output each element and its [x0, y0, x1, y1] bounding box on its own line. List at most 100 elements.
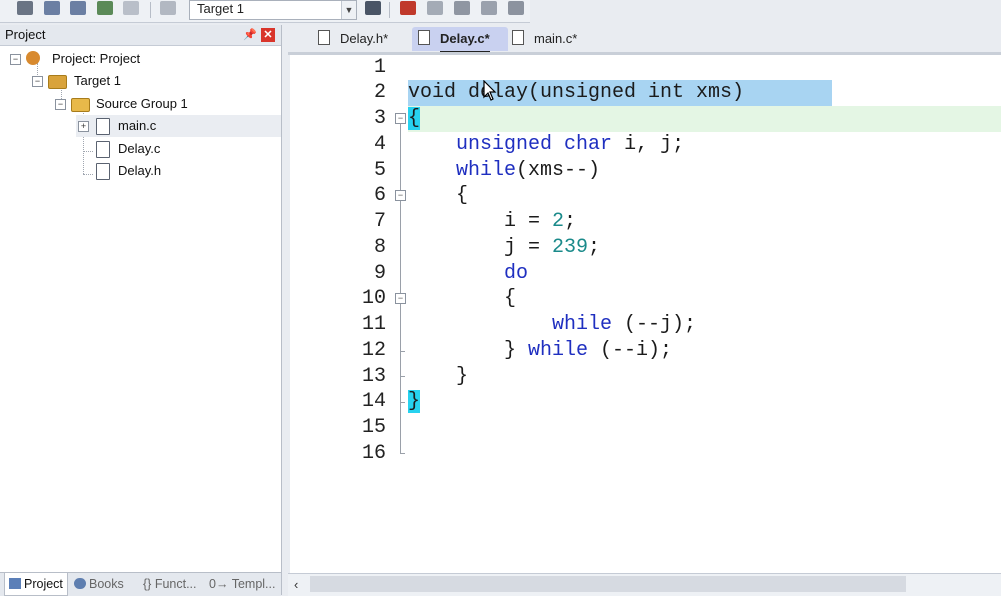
toolbar-strip: Target 1 ▼: [0, 0, 530, 23]
panel-splitter[interactable]: [282, 25, 288, 595]
code-line: {: [408, 107, 421, 130]
pin-icon[interactable]: 📌: [243, 25, 257, 45]
line-number: 1: [373, 56, 386, 79]
fold-end-marker: [400, 453, 405, 454]
folder-icon: [71, 98, 90, 112]
line-number: 11: [361, 313, 386, 336]
layers-icon[interactable]: [97, 1, 113, 15]
target-folder-icon: [48, 75, 67, 89]
fold-collapse-icon[interactable]: −: [395, 190, 406, 201]
toolbar-separator: [150, 2, 151, 18]
line-number: 5: [373, 159, 386, 182]
line-number: 16: [361, 442, 386, 465]
line-number: 12: [361, 339, 386, 362]
editor-tab-bar: Delay.h* Delay.c* main.c*: [288, 25, 1001, 55]
scroll-left-icon[interactable]: ‹: [294, 577, 298, 592]
line-number: 15: [361, 416, 386, 439]
chevron-down-icon[interactable]: ▼: [341, 1, 356, 19]
code-line: {: [408, 184, 469, 207]
target-select-value: Target 1: [197, 1, 244, 16]
tab-label: main.c*: [534, 31, 578, 46]
tree-node-file[interactable]: Delay.h: [76, 160, 281, 182]
line-number: 8: [373, 236, 386, 259]
tab-label: Project: [24, 577, 63, 591]
fold-end-marker: [400, 351, 405, 352]
code-line: }: [408, 390, 421, 413]
horizontal-scrollbar[interactable]: ‹: [288, 573, 1001, 596]
fold-guide: [400, 123, 401, 453]
stack-gray-icon[interactable]: [427, 1, 443, 15]
code-line: while(xms--): [456, 159, 601, 182]
tab-project[interactable]: Project: [4, 573, 68, 596]
line-number: 9: [373, 262, 386, 285]
tab-label: Delay.c*: [440, 27, 490, 52]
project-panel: Project 📌 ✕ − Project: Project − Target …: [0, 25, 282, 595]
tree-node-label: Delay.h: [118, 163, 162, 178]
target-select[interactable]: Target 1 ▼: [189, 0, 357, 20]
scrollbar-thumb[interactable]: [310, 576, 906, 592]
code-line: while (--j);: [552, 313, 697, 336]
collapse-icon[interactable]: −: [10, 54, 21, 65]
tree-node-label: Source Group 1: [96, 96, 188, 111]
load-disabled-icon: [160, 1, 176, 15]
tab-label: Books: [89, 577, 124, 591]
component-icon[interactable]: [400, 1, 416, 15]
file-icon: [96, 141, 110, 158]
save-icon[interactable]: [44, 1, 60, 15]
arrows-icon[interactable]: [481, 1, 497, 15]
code-line: void delay(unsigned int xms): [408, 81, 745, 104]
collapse-icon[interactable]: −: [55, 99, 66, 110]
project-icon: [26, 51, 40, 65]
tree-node-label: Delay.c: [118, 141, 161, 156]
tree-node-label: main.c: [118, 118, 157, 133]
tab-delay-c[interactable]: Delay.c*: [412, 27, 508, 52]
books-gray-icon[interactable]: [508, 1, 524, 15]
tab-delay-h[interactable]: Delay.h*: [316, 27, 422, 51]
code-line: j = 239;: [408, 236, 601, 259]
tab-templates[interactable]: 0→ Templ...: [209, 573, 275, 595]
code-line: }: [408, 365, 469, 388]
books-icon: [74, 578, 86, 589]
disabled-icon: [123, 1, 139, 15]
file-icon: [512, 30, 524, 45]
tree-node-project[interactable]: − Project: Project: [0, 48, 281, 70]
expand-icon[interactable]: +: [78, 121, 89, 132]
tree-node-target[interactable]: − Target 1: [0, 70, 281, 92]
close-icon[interactable]: ✕: [261, 28, 275, 42]
file-icon: [96, 163, 110, 180]
tree-node-file[interactable]: + main.c: [76, 115, 281, 137]
toolbar-separator: [389, 2, 390, 18]
file-icon: [318, 30, 330, 45]
tab-label: Delay.h*: [340, 31, 389, 46]
code-line: do: [504, 262, 529, 285]
tree-node-label: Project: Project: [52, 51, 141, 66]
tab-books[interactable]: Books: [74, 573, 124, 595]
line-number: 14: [361, 390, 386, 413]
panel-title: Project: [5, 27, 46, 42]
tree-node-file[interactable]: Delay.c: [76, 138, 281, 160]
diamond-icon[interactable]: [454, 1, 470, 15]
fold-collapse-icon[interactable]: −: [395, 113, 406, 124]
code-line: i = 2;: [408, 210, 577, 233]
tab-main-c[interactable]: main.c*: [508, 27, 598, 51]
tree-node-group[interactable]: − Source Group 1: [0, 93, 281, 115]
line-number: 6: [373, 184, 386, 207]
tab-functions[interactable]: {} Funct...: [143, 573, 197, 595]
tab-label: 0→ Templ...: [209, 577, 276, 591]
line-number: 13: [361, 365, 386, 388]
tab-label: {} Funct...: [143, 577, 197, 591]
code-editor[interactable]: 1 2 3 4 5 6 7 8 9 10 11 12 13 14 15 16 −…: [290, 55, 1001, 573]
line-number: 4: [373, 133, 386, 156]
mouse-cursor-icon: [483, 80, 497, 101]
fold-collapse-icon[interactable]: −: [395, 293, 406, 304]
line-number: 2: [373, 81, 386, 104]
line-number: 7: [373, 210, 386, 233]
project-panel-header: Project 📌 ✕: [0, 25, 281, 46]
magic-wand-icon[interactable]: [365, 1, 381, 15]
code-line: unsigned char i, j;: [456, 133, 685, 156]
fold-end-marker: [400, 376, 405, 377]
stack-icon[interactable]: [17, 1, 33, 15]
load-icon[interactable]: [70, 1, 86, 15]
project-tab-icon: [9, 578, 21, 589]
collapse-icon[interactable]: −: [32, 76, 43, 87]
